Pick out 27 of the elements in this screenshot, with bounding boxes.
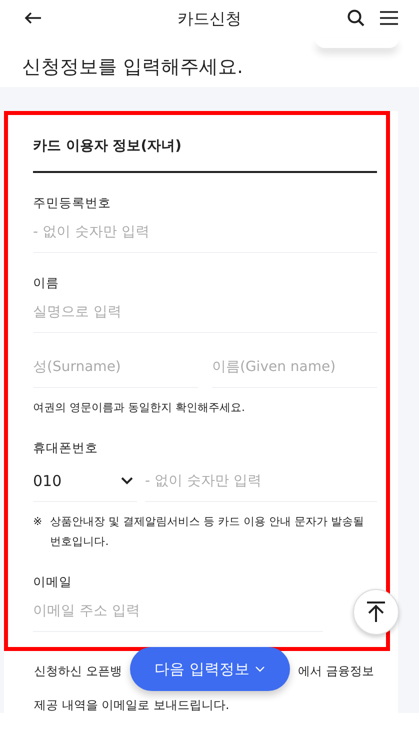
info-text: 에서 금융정보 xyxy=(298,663,374,680)
arrow-up-icon xyxy=(366,601,386,623)
input-field[interactable]: 이메일 주소 입력 xyxy=(33,591,323,632)
field-label: 이메일 xyxy=(33,574,73,591)
field-label: 주민등록번호 xyxy=(33,195,112,212)
back-icon[interactable] xyxy=(24,12,42,24)
info-text: 제공 내역을 이메일로 보내드립니다. xyxy=(34,697,230,714)
input-field[interactable]: 이름(Given name) xyxy=(212,347,377,388)
menu-icon[interactable] xyxy=(379,10,399,26)
note-mark: ※ xyxy=(33,514,42,530)
info-text: 신청하신 오픈뱅 xyxy=(34,663,122,680)
section-title: 카드 이용자 정보(자녀) xyxy=(33,133,377,173)
input-field[interactable]: - 없이 숫자만 입력 xyxy=(145,461,377,502)
input-field[interactable]: 성(Surname) xyxy=(33,347,198,388)
chevron-down-icon xyxy=(255,666,266,672)
input-field[interactable]: 실명으로 입력 xyxy=(33,292,377,333)
search-icon[interactable] xyxy=(347,9,365,27)
page-title: 카드신청 xyxy=(178,8,242,30)
prefix-dropdown[interactable]: 010 xyxy=(33,461,137,502)
hint-text: 여권의 영문이름과 동일한지 확인해주세요. xyxy=(33,400,246,416)
next-button[interactable]: 다음 입력정보 xyxy=(130,647,290,691)
hint-text: 상품안내장 및 결제알림서비스 등 카드 이용 안내 문자가 발송될 번호입니다. xyxy=(50,514,366,550)
chevron-down-icon xyxy=(121,477,133,485)
page-heading: 신청정보를 입력해주세요. xyxy=(22,55,244,80)
input-field[interactable]: - 없이 숫자만 입력 xyxy=(33,212,377,253)
field-label: 휴대폰번호 xyxy=(33,440,99,457)
field-label: 이름 xyxy=(33,275,60,292)
